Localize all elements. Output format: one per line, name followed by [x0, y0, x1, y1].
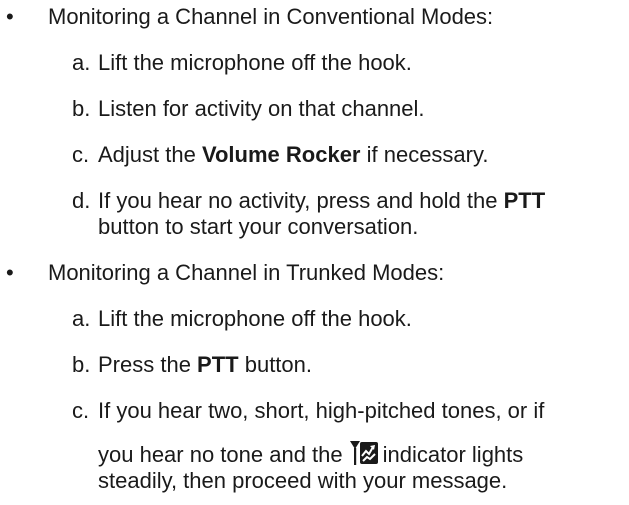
step-text: button to start your conversation. [98, 214, 419, 239]
step-text-post: indicator lights [382, 442, 524, 467]
step-marker: d. [72, 188, 91, 213]
step-text: If you hear no activity, press and hold … [98, 188, 545, 214]
step-text-post: button. [238, 352, 312, 377]
bullet-marker: • [6, 4, 14, 29]
step-text-pre: you hear no tone and the [98, 442, 343, 467]
control-name: PTT [503, 188, 546, 213]
step-text: Press the PTT button. [98, 352, 312, 378]
step-marker: a. [72, 50, 91, 75]
step-text: Adjust the Volume Rocker if necessary. [98, 142, 488, 168]
step-text: If you hear two, short, high-pitched ton… [98, 398, 545, 423]
step-text: steadily, then proceed with your message… [98, 468, 508, 493]
step-text-post: if necessary. [360, 142, 489, 167]
step-marker: a. [72, 306, 91, 331]
step-text: Listen for activity on that channel. [98, 96, 425, 121]
heading-text: Monitoring a Channel in Trunked Modes: [48, 260, 445, 285]
heading-text: Monitoring a Channel in Conventional Mod… [48, 4, 494, 29]
step-marker: b. [72, 96, 91, 121]
step-text: Lift the microphone off the hook. [98, 306, 412, 331]
control-name: Volume Rocker [201, 142, 361, 167]
control-name: PTT [197, 352, 239, 377]
step-marker: c. [72, 398, 90, 423]
step-text-pre: If you hear no activity, press and hold … [98, 188, 504, 213]
step-text-pre: Adjust the [98, 142, 202, 167]
bullet-marker: • [6, 260, 14, 285]
step-marker: c. [72, 142, 90, 167]
step-text: Lift the microphone off the hook. [98, 50, 412, 75]
step-marker: b. [72, 352, 91, 377]
step-text-pre: Press the [98, 352, 198, 377]
